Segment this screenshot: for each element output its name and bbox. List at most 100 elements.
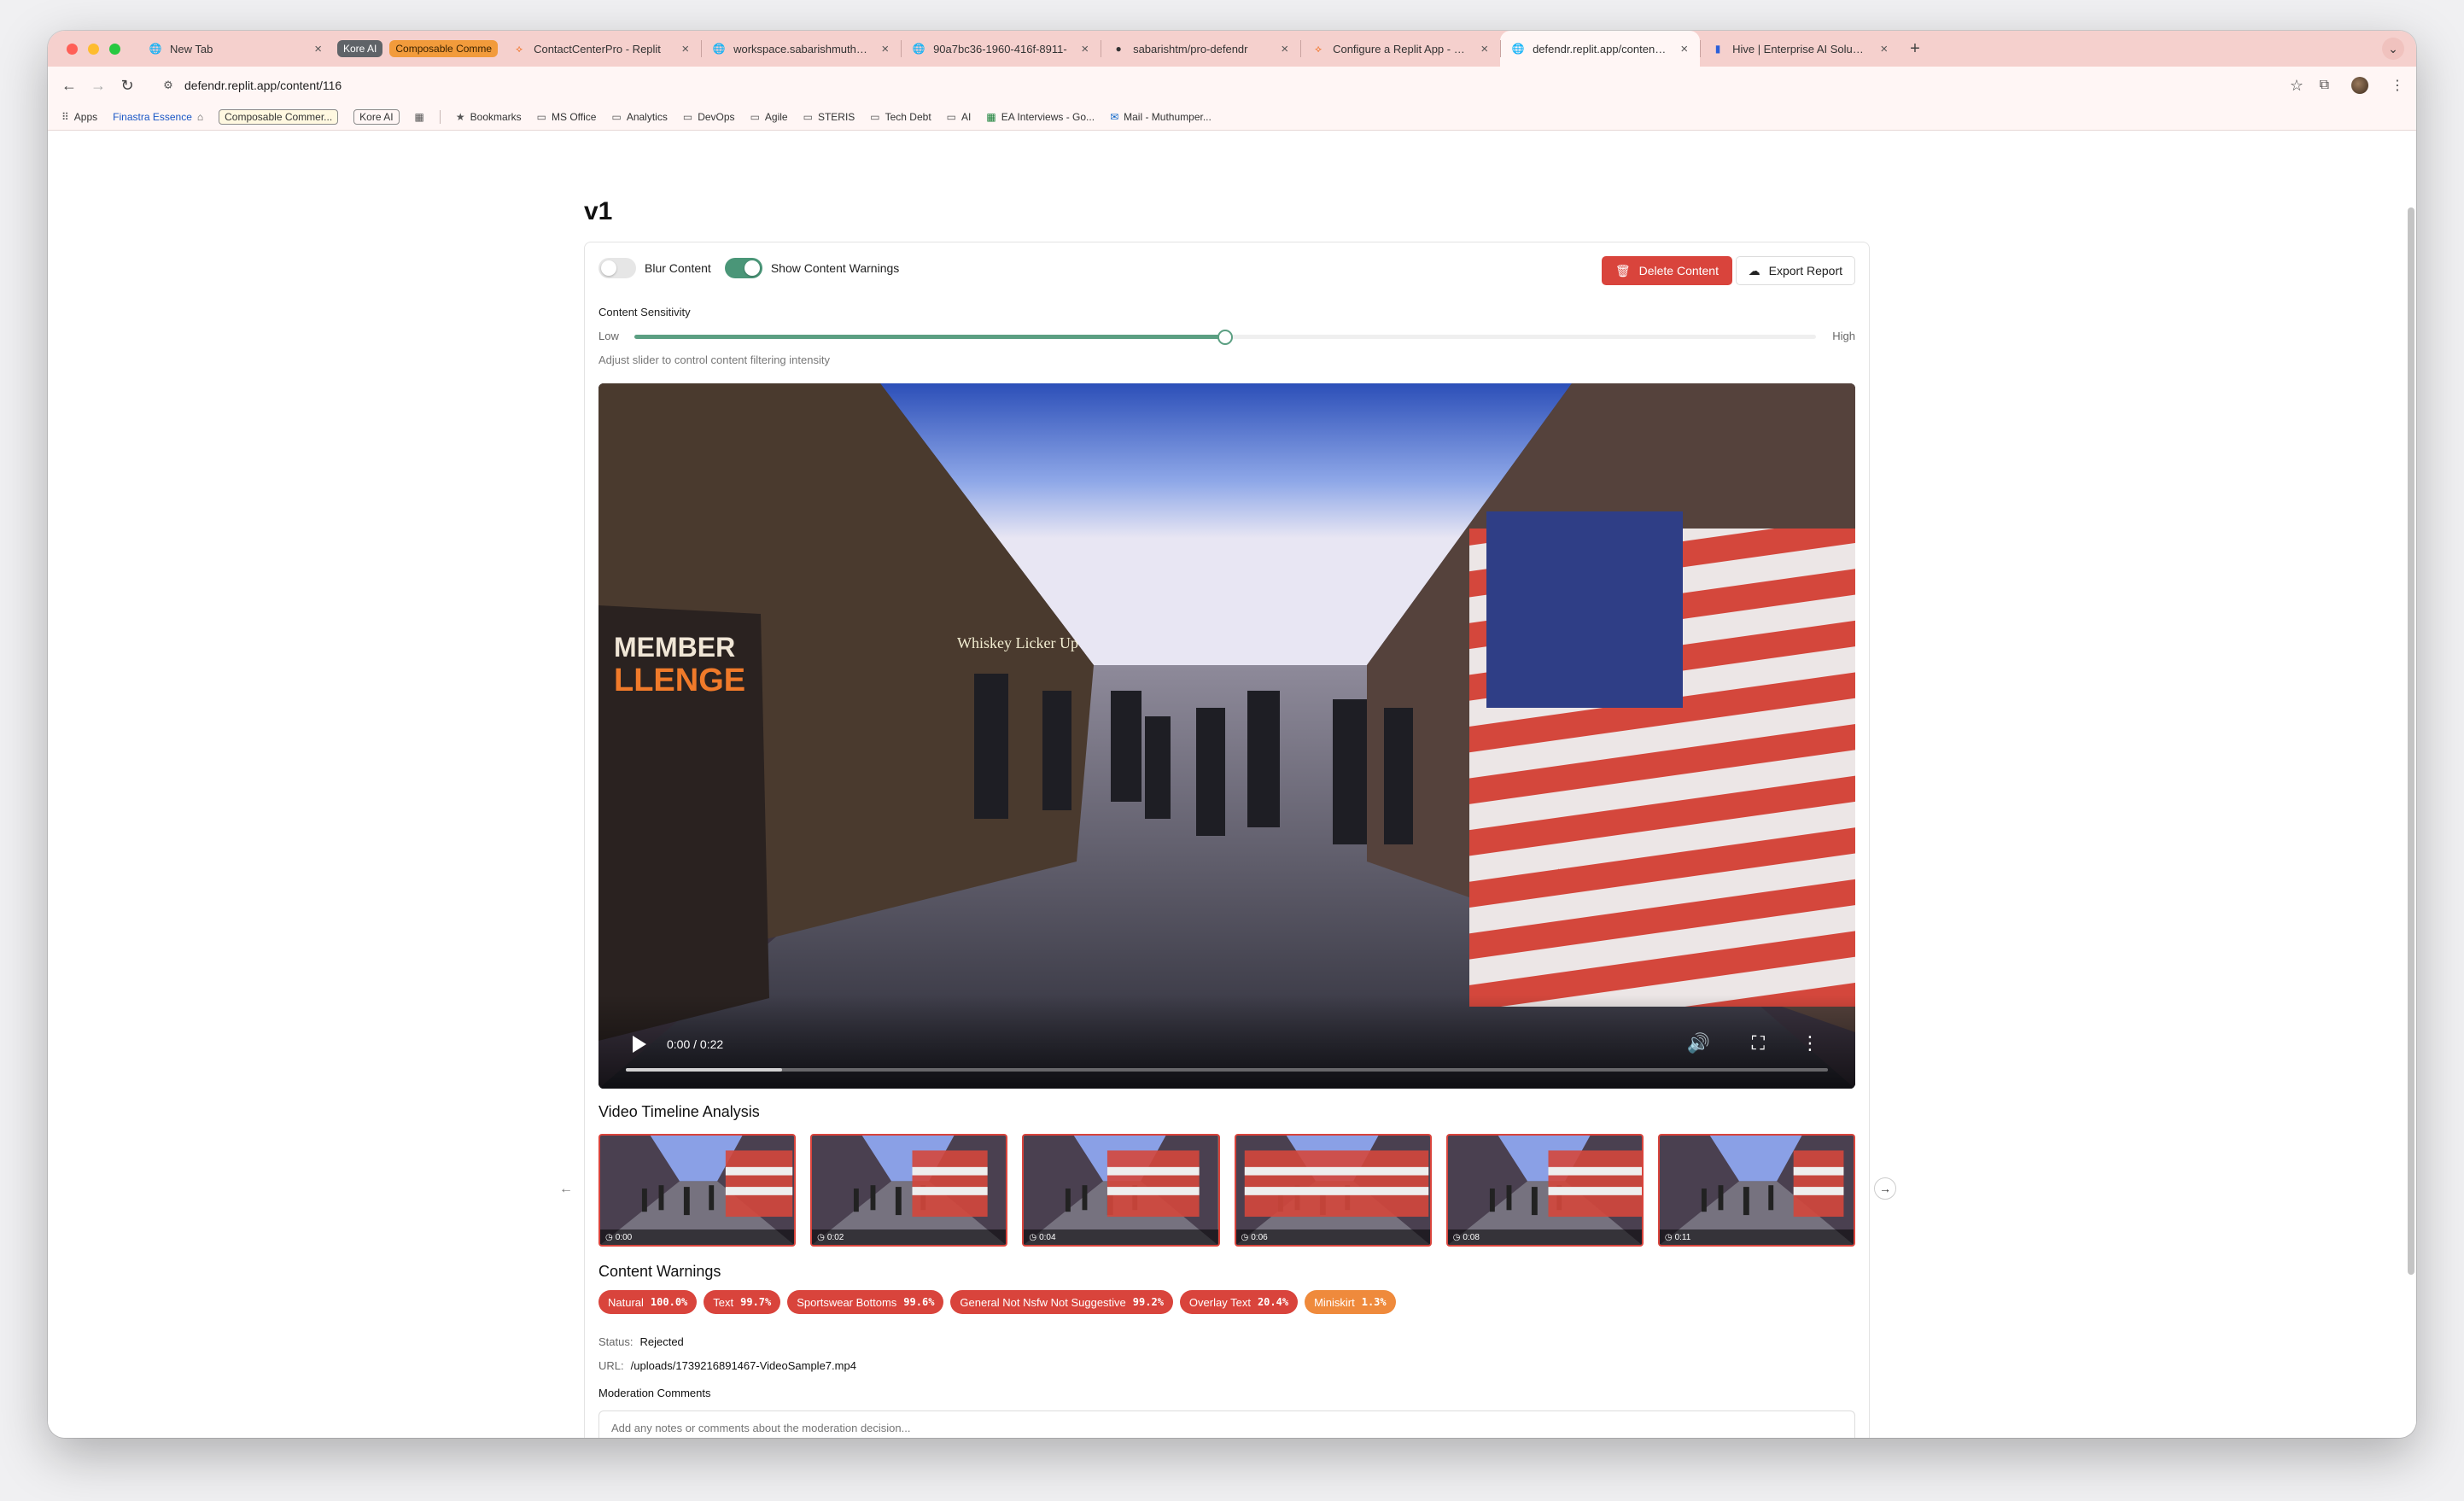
- bookmark-devops[interactable]: ▭ DevOps: [683, 111, 735, 123]
- close-tab-icon[interactable]: ×: [1680, 42, 1688, 56]
- content-warning-badges: Natural 100.0% Text 99.7% Sportswear Bottoms…: [598, 1290, 1396, 1314]
- minimize-window-icon[interactable]: [88, 43, 99, 55]
- site-info-icon[interactable]: ⚙: [159, 79, 178, 92]
- github-icon: ●: [1115, 43, 1122, 55]
- show-warnings-toggle[interactable]: [724, 258, 762, 278]
- page-title: v1: [584, 197, 613, 225]
- bookmark-ai[interactable]: ▭ AI: [947, 111, 972, 123]
- timeline-frame[interactable]: ◷ 0:00: [598, 1134, 797, 1247]
- folder-icon: ▭: [750, 111, 760, 123]
- toggle-knob: [601, 260, 616, 276]
- close-tab-icon[interactable]: ×: [681, 42, 689, 56]
- slider-thumb[interactable]: [1217, 330, 1233, 345]
- timeline-frame[interactable]: ◷ 0:08: [1445, 1134, 1644, 1247]
- page-scrollbar[interactable]: [2408, 207, 2414, 1275]
- tab-search-chevron-icon[interactable]: ⌄: [2382, 38, 2404, 60]
- timeline-prev-arrow-icon[interactable]: ←: [559, 1182, 573, 1197]
- tab-group-kore-ai[interactable]: Kore AI: [337, 40, 383, 57]
- url-row: URL: /uploads/1739216891467-VideoSample7.…: [598, 1359, 856, 1372]
- tab-workspace[interactable]: 🌐 workspace.sabarishmuthump ×: [701, 31, 901, 67]
- tab-group-composable-commerce[interactable]: Composable Comme: [389, 40, 499, 57]
- bookmark-analytics[interactable]: ▭ Analytics: [611, 111, 667, 123]
- timeline-frame[interactable]: ◷ 0:02: [810, 1134, 1008, 1247]
- close-tab-icon[interactable]: ×: [881, 42, 889, 56]
- volume-icon[interactable]: 🔊: [1687, 1032, 1710, 1054]
- back-arrow-icon[interactable]: ←: [55, 77, 84, 95]
- reload-icon[interactable]: ↻: [113, 77, 142, 95]
- close-tab-icon[interactable]: ×: [1081, 42, 1089, 56]
- profile-avatar[interactable]: [2351, 77, 2368, 94]
- sensitivity-slider[interactable]: [634, 330, 1816, 345]
- close-tab-icon[interactable]: ×: [1281, 42, 1288, 56]
- bookmark-ea-interviews[interactable]: ▦ EA Interviews - Go...: [986, 111, 1095, 123]
- tab-hive[interactable]: ▮ Hive | Enterprise AI Solutions ×: [1700, 31, 1900, 67]
- forward-arrow-icon[interactable]: →: [84, 77, 113, 95]
- toolbar-actions: ⧉ ⋮: [2320, 67, 2404, 104]
- frame-timestamp: ◷ 0:08: [1447, 1229, 1642, 1245]
- browser-menu-kebab-icon[interactable]: ⋮: [2391, 77, 2404, 94]
- tab-new-tab[interactable]: 🌐 New Tab ×: [137, 31, 334, 67]
- timeline-next-arrow-icon[interactable]: →: [1874, 1177, 1896, 1200]
- content-warning-badge: Overlay Text 20.4%: [1179, 1290, 1299, 1314]
- close-tab-icon[interactable]: ×: [1480, 42, 1488, 56]
- bookmark-composable-commerce[interactable]: Composable Commer...: [219, 109, 339, 125]
- bookmark-bookmarks[interactable]: ★ Bookmarks: [456, 111, 522, 123]
- warning-confidence: 99.2%: [1132, 1296, 1164, 1308]
- tab-defendr-content[interactable]: 🌐 defendr.replit.app/content/11 ×: [1500, 31, 1701, 67]
- tab-90a7bc36[interactable]: 🌐 90a7bc36-1960-416f-8911- ×: [901, 31, 1101, 67]
- bookmark-mail[interactable]: ✉ Mail - Muthumper...: [1110, 111, 1212, 123]
- address-bar[interactable]: ⚙ defendr.replit.app/content/116 ☆: [150, 72, 2314, 99]
- bookmark-finastra-essence[interactable]: Finastra Essence ⌂: [113, 111, 203, 123]
- house-icon: ⌂: [196, 111, 204, 123]
- delete-content-button[interactable]: 🗑 Delete Content: [1601, 256, 1732, 285]
- moderation-comments-label: Moderation Comments: [598, 1387, 711, 1399]
- bookmark-ms-office[interactable]: ▭ MS Office: [537, 111, 597, 123]
- svg-text:LLENGE: LLENGE: [614, 663, 745, 698]
- video-progress-bar[interactable]: [626, 1068, 1828, 1072]
- video-more-options-icon[interactable]: ⋮: [1801, 1032, 1819, 1054]
- frame-thumbnail-image: [1659, 1136, 1854, 1245]
- timeline-frame[interactable]: ◷ 0:04: [1022, 1134, 1220, 1247]
- svg-text:MEMBER: MEMBER: [614, 632, 735, 663]
- clock-icon: ◷: [1664, 1232, 1673, 1242]
- replit-icon: ⟡: [516, 42, 523, 55]
- video-controls: 0:00 / 0:22 🔊 ⛶ ⋮: [598, 995, 1855, 1089]
- folder-icon: ▭: [803, 111, 813, 123]
- window-controls: [48, 31, 137, 67]
- folder-icon: ▭: [946, 111, 956, 123]
- bookmark-agile[interactable]: ▭ Agile: [750, 111, 788, 123]
- bookmark-star-icon[interactable]: ☆: [2290, 77, 2303, 95]
- globe-icon: 🌐: [912, 43, 925, 55]
- export-report-button[interactable]: ☁ Export Report: [1735, 256, 1855, 285]
- timeline-frame[interactable]: ◷ 0:11: [1657, 1134, 1856, 1247]
- bookmark-apps[interactable]: ⠿ Apps: [61, 111, 97, 123]
- timeline-frame[interactable]: ◷ 0:06: [1234, 1134, 1432, 1247]
- bookmark-tech-debt[interactable]: ▭ Tech Debt: [870, 111, 931, 123]
- clock-icon: ◷: [1241, 1232, 1249, 1242]
- status-label: Status:: [598, 1335, 634, 1348]
- blur-content-toggle[interactable]: [598, 258, 636, 278]
- zoom-window-icon[interactable]: [109, 43, 120, 55]
- moderation-comments-input[interactable]: [598, 1410, 1855, 1438]
- url-label: URL:: [598, 1359, 624, 1372]
- close-window-icon[interactable]: [67, 43, 78, 55]
- close-tab-icon[interactable]: ×: [314, 42, 322, 56]
- url-value: /uploads/1739216891467-VideoSample7.mp4: [630, 1359, 856, 1372]
- tab-configure-replit[interactable]: ⟡ Configure a Replit App - Repl ×: [1300, 31, 1500, 67]
- url-text[interactable]: defendr.replit.app/content/116: [184, 79, 342, 92]
- close-tab-icon[interactable]: ×: [1880, 42, 1888, 56]
- bookmark-steris[interactable]: ▭ STERIS: [803, 111, 855, 123]
- tab-github-pro-defendr[interactable]: ● sabarishtm/pro-defendr ×: [1101, 31, 1300, 67]
- tab-contactcenterpro[interactable]: ⟡ ContactCenterPro - Replit ×: [501, 31, 701, 67]
- play-icon[interactable]: [633, 1036, 646, 1053]
- warning-label: Sportswear Bottoms: [797, 1295, 897, 1309]
- new-tab-plus-icon[interactable]: +: [1900, 31, 1930, 67]
- bookmark-kore-ai[interactable]: Kore AI: [353, 109, 400, 125]
- content-warning-badge: General Not Nsfw Not Suggestive 99.2%: [950, 1290, 1173, 1314]
- bookmark-grid[interactable]: ▦: [415, 111, 424, 123]
- video-player[interactable]: MEMBER LLENGE Whiskey Licker Up 0:00 / 0…: [598, 383, 1855, 1089]
- extensions-puzzle-icon[interactable]: ⧉: [2320, 78, 2329, 93]
- clock-icon: ◷: [605, 1232, 613, 1242]
- fullscreen-icon[interactable]: ⛶: [1752, 1032, 1765, 1054]
- browser-toolbar: ← → ↻ ⚙ defendr.replit.app/content/116 ☆…: [48, 67, 2416, 104]
